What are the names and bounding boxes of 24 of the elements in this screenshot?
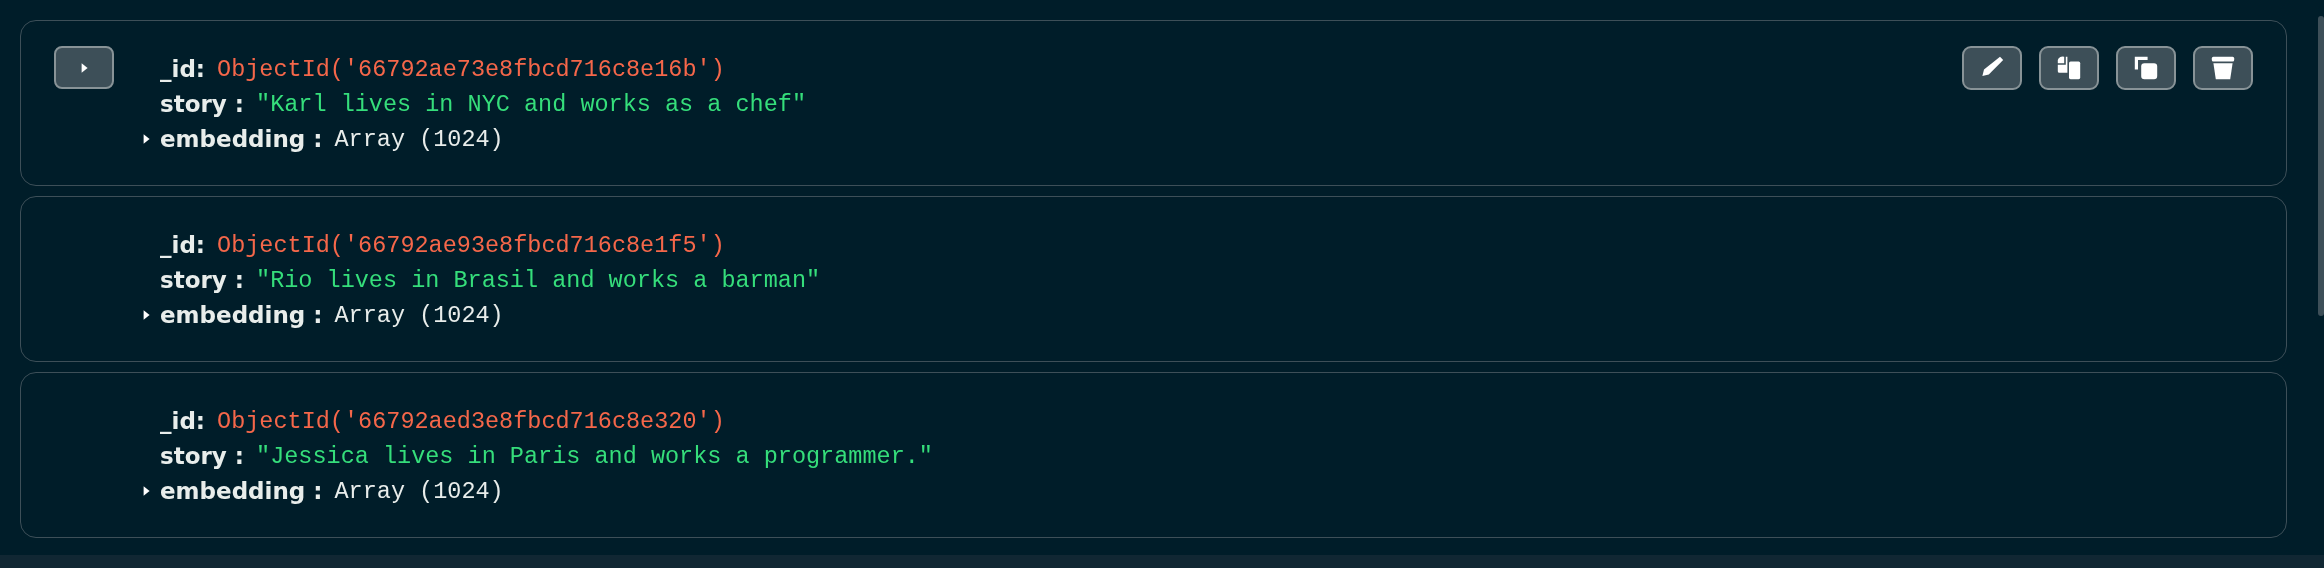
copy-button[interactable] [2116, 46, 2176, 90]
field-key: _id: [160, 408, 206, 434]
field-value: "Karl lives in NYC and works as a chef" [256, 90, 807, 118]
field-key: embedding : [160, 478, 323, 504]
field-key: story : [160, 443, 245, 469]
field-value: "Jessica lives in Paris and works a programmer." [256, 442, 933, 470]
expand-button[interactable] [54, 46, 114, 89]
field-key: story : [160, 267, 245, 293]
field-value: ObjectId('66792aed3e8fbcd716c8e320') [217, 407, 725, 435]
field-key: story : [160, 91, 245, 117]
field-key: _id: [160, 56, 206, 82]
field-key: embedding : [160, 302, 323, 328]
clone-button[interactable] [2039, 46, 2099, 90]
field-value: ObjectId('66792ae93e8fbcd716c8e1f5') [217, 231, 725, 259]
edit-button[interactable] [1962, 46, 2022, 90]
field-key: _id: [160, 232, 206, 258]
field-value: "Rio lives in Brasil and works a barman" [256, 266, 821, 294]
field-value: Array (1024) [334, 125, 504, 153]
delete-button[interactable] [2193, 46, 2253, 90]
field-value: Array (1024) [334, 477, 504, 505]
field-value: ObjectId('66792ae73e8fbcd716c8e16b') [217, 55, 725, 83]
field-value: Array (1024) [334, 301, 504, 329]
field-key: embedding : [160, 126, 323, 152]
scrollbar[interactable] [2318, 16, 2324, 316]
